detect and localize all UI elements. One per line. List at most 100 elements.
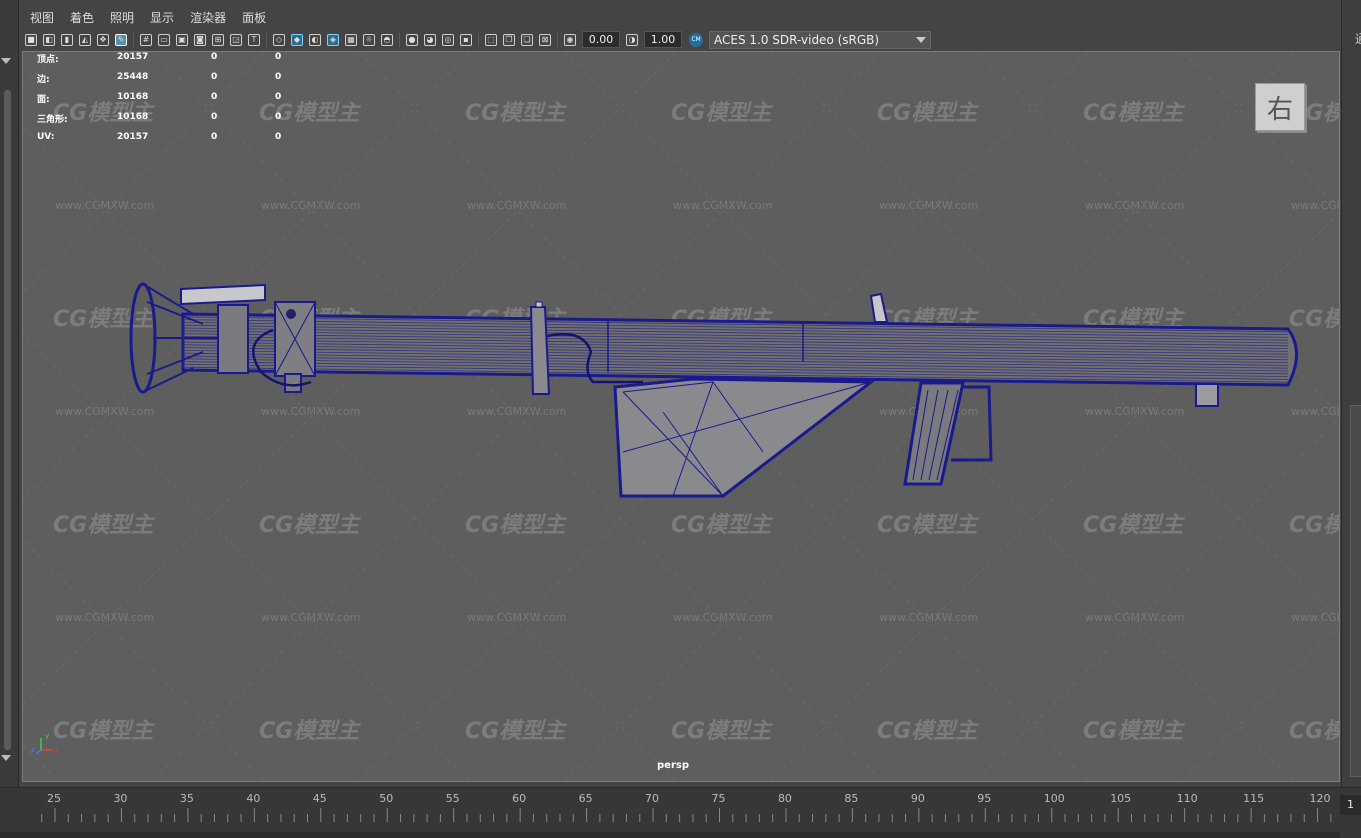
panel-menu-bar: 视图 着色 照明 显示 渲染器 面板 [22,8,274,28]
toolbar-divider [557,32,558,47]
time-ruler[interactable]: 25 30 35 40 45 50 55 60 65 70 75 80 85 90 95 100 105 110 1… [0,788,1361,838]
hud-value: 20157 [117,52,149,62]
textured-icon[interactable]: ▦ [345,33,357,46]
middle-band-tab [535,301,543,308]
hud-value: 0 [275,92,282,102]
select-camera-icon[interactable]: ■ [25,33,37,46]
depth-of-field-icon[interactable]: ▪ [460,33,472,46]
hud-value: 0 [211,72,218,82]
image-plane-icon[interactable]: ◭ [79,33,91,46]
gamma-field[interactable]: 1.00 [644,31,682,48]
color-space-value: ACES 1.0 SDR-video (sRGB) [714,32,880,47]
toolbar-divider [399,32,400,47]
x-axis-label: x [54,747,58,755]
grid-icon[interactable]: # [140,33,152,46]
hud-value: 0 [275,132,282,142]
color-space-dropdown[interactable]: ACES 1.0 SDR-video (sRGB) [709,30,931,49]
middle-band [529,306,551,395]
2d-pan-zoom-icon[interactable]: ✥ [97,33,109,46]
timeline-tick-label: 75 [712,792,726,805]
smooth-shade-icon[interactable]: ◆ [291,33,303,46]
timeline-tick-label: 70 [645,792,659,805]
panel-toolbar: ■ ◧ ▮ ◭ ✥ ✎ # ▭ ▣ ◙ ⊞ ◲ T ◇ ◆ ◐ ◈ ▦ ☼ ◓ … [22,29,1340,50]
view-cube[interactable]: 右 [1255,83,1305,131]
resolution-gate-icon[interactable]: ▣ [176,33,188,46]
view-cube-face-label: 右 [1266,94,1293,125]
field-chart-icon[interactable]: ⊞ [212,33,224,46]
wireframe-on-shaded-icon[interactable]: ◈ [327,33,339,46]
menu-shading[interactable]: 着色 [62,8,102,28]
bazooka-wireframe-model[interactable] [23,52,1339,781]
shadows-icon[interactable]: ◓ [381,33,393,46]
camera-attributes-icon[interactable]: ◧ [43,33,55,46]
hud-value: 0 [211,52,218,62]
scroll-down-arrow-icon[interactable] [1,755,11,761]
timeline-tick-label: 60 [512,792,526,805]
wireframe-icon[interactable]: ◇ [273,33,285,46]
hud-value: 10168 [117,112,149,122]
current-frame-field[interactable]: 1 [1340,795,1361,815]
menu-lighting[interactable]: 照明 [102,8,142,28]
rear-sight [180,283,266,306]
time-slider[interactable]: 25 30 35 40 45 50 55 60 65 70 75 80 85 90 95 100 105 110 1… [0,787,1361,838]
xray-active-component-icon[interactable]: ❏ [521,33,533,46]
right-side-panel: 通 [1341,0,1361,790]
hud-value: 10168 [117,92,149,102]
default-material-icon[interactable]: ◐ [309,33,321,46]
motion-blur-icon[interactable]: ◕ [424,33,436,46]
timeline-tick-label: 30 [113,792,127,805]
timeline-tick-label: 95 [977,792,991,805]
grease-pencil-icon[interactable]: ✎ [115,33,127,46]
left-scrollbar[interactable] [4,90,11,750]
rear-collar [217,304,249,374]
pistol-grip [903,381,965,486]
color-management-toggle[interactable]: CM [689,32,703,47]
gamma-icon[interactable]: ◑ [626,33,638,46]
timeline-tick-label: 80 [778,792,792,805]
z-axis-label: z [31,746,35,754]
rear-ring-bolt [286,309,296,319]
hud-value: 0 [275,52,282,62]
xray-icon[interactable]: ❐ [503,33,515,46]
film-gate-icon[interactable]: ▭ [158,33,170,46]
safe-title-icon[interactable]: T [248,33,260,46]
hud-label: 面: [37,95,50,105]
timeline-tick-label: 55 [446,792,460,805]
screen-space-ao-icon[interactable]: ● [406,33,418,46]
menu-panels[interactable]: 面板 [234,8,274,28]
menu-show[interactable]: 显示 [142,8,182,28]
camera-name-label: persp [657,760,689,771]
right-panel-label: 通 [1355,30,1361,47]
bookmark-icon[interactable]: ▮ [61,33,73,46]
timeline-tick-label: 40 [246,792,260,805]
timeline-tick-label: 50 [379,792,393,805]
hud-value: 0 [275,112,282,122]
safe-action-icon[interactable]: ◲ [230,33,242,46]
menu-view[interactable]: 视图 [22,8,62,28]
gate-mask-icon[interactable]: ◙ [194,33,206,46]
timeline-tick-label: 110 [1177,792,1198,805]
exposure-field[interactable]: 0.00 [582,31,620,48]
scroll-up-arrow-icon[interactable] [1,58,11,64]
xray-joints-icon[interactable]: ⊠ [539,33,551,46]
timeline-tick-label: 45 [313,792,327,805]
toolbar-divider [133,32,134,47]
hud-label: 三角形: [37,115,68,125]
front-lug [1195,383,1219,407]
menu-renderer[interactable]: 渲染器 [182,8,234,28]
timeline-tick-label: 90 [911,792,925,805]
timeline-tick-label: 100 [1044,792,1065,805]
range-slider-track[interactable] [0,832,1340,838]
hud-value: 0 [211,132,218,142]
isolate-select-icon[interactable]: ⬚ [485,33,497,46]
left-scroll-strip[interactable] [0,0,19,790]
exposure-icon[interactable]: ◉ [564,33,576,46]
right-panel-scroll[interactable] [1350,405,1361,777]
multisample-aa-icon[interactable]: ◎ [442,33,454,46]
3d-viewport[interactable]: CG模型主CG模型主CG模型主CG模型主CG模型主CG模型主CG模型主CG模型主… [22,51,1340,782]
timeline-tick-label: 85 [844,792,858,805]
hud-value: 0 [211,92,218,102]
use-all-lights-icon[interactable]: ☼ [363,33,375,46]
timeline-tick-label: 105 [1110,792,1131,805]
chevron-down-icon [916,36,926,43]
